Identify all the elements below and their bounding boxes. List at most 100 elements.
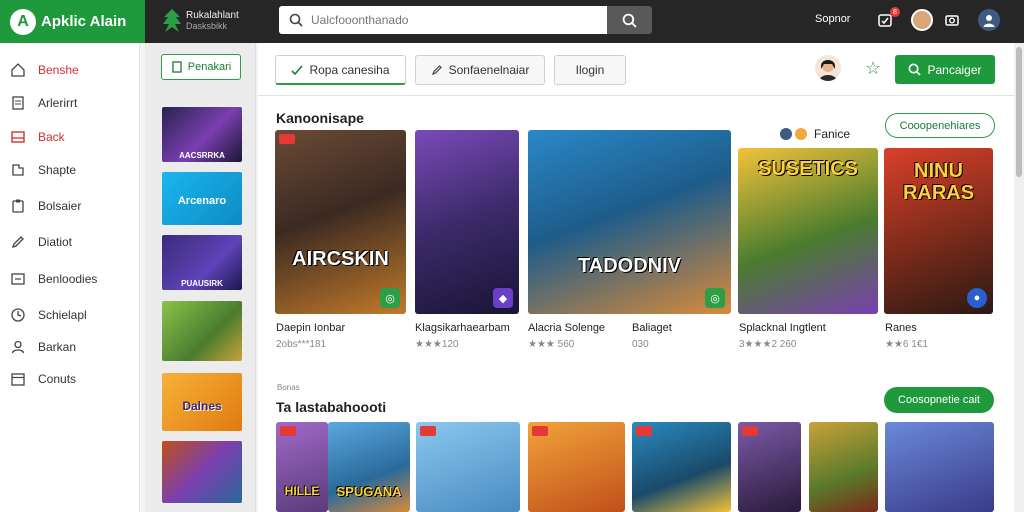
game-card-art-title: HILLE [284, 484, 320, 498]
game-title[interactable]: Alacria Solenge [528, 322, 605, 334]
tab-divider [258, 95, 1014, 96]
game-card[interactable]: ◆ [415, 130, 519, 314]
camera-button[interactable] [942, 10, 962, 30]
favorite-star-icon[interactable]: ☆ [865, 59, 881, 77]
top-link[interactable]: Sopnor [815, 13, 850, 25]
featured-thumb-label: Arcenaro [177, 195, 227, 207]
camera-icon [945, 15, 959, 26]
search-button[interactable] [607, 6, 652, 34]
chart-icon [11, 273, 25, 285]
corner-tag-icon [279, 134, 295, 144]
top-bar: A Apklic Alain Rukalahlant Dasksbikk Sop… [0, 0, 1024, 43]
notifications-button[interactable]: 8 [875, 7, 900, 30]
sidebar-item-label: Schielapl [38, 308, 87, 322]
inbox-icon [11, 131, 25, 143]
profile-button[interactable] [978, 9, 1000, 31]
game-card[interactable]: AIRCSKIN ◎ [275, 130, 406, 314]
section-action-button[interactable]: Coosopnetie cait [884, 387, 994, 413]
featured-thumb[interactable] [162, 441, 242, 503]
sidebar-item-calendar[interactable]: Conuts [10, 369, 135, 389]
person-avatar-icon [819, 60, 837, 81]
game-card[interactable]: SUSETICS [738, 148, 878, 314]
game-rating: ★★6 1€1 [885, 339, 928, 350]
clock-icon [11, 308, 25, 322]
sidebar-item-inbox[interactable]: Back [10, 127, 135, 147]
search-icon [622, 13, 637, 28]
account-avatar[interactable] [815, 55, 841, 81]
game-rating: 2obs***181 [276, 339, 327, 350]
featured-column: Penakari AACSRRKA Arcenaro PUAUSIRK Daln… [145, 43, 256, 512]
user-avatar[interactable] [911, 9, 933, 31]
featured-thumb[interactable] [162, 301, 242, 361]
search-icon [289, 13, 303, 27]
notification-badge: 8 [890, 7, 900, 17]
play-chip-icon: ◎ [380, 288, 400, 308]
game-card[interactable]: SPUGANA [328, 422, 410, 512]
game-card-art-title: SPUGANA [336, 484, 402, 499]
game-title[interactable]: Baliaget [632, 322, 672, 334]
brand-name: Apklic Alain [41, 13, 127, 30]
game-card[interactable] [809, 422, 878, 512]
sidebar-item-charts[interactable]: Benloodies [10, 269, 135, 289]
sidebar-item-label: Arlerirrt [38, 96, 78, 110]
user-icon [11, 340, 25, 354]
featured-thumb[interactable]: AACSRRKA [162, 107, 242, 162]
check-icon [291, 64, 304, 75]
sidebar-item-users[interactable]: Barkan [10, 337, 135, 357]
game-card-art-title: SUSETICS [757, 158, 859, 180]
corner-tag-icon [420, 426, 436, 436]
game-card[interactable]: HILLE [276, 422, 328, 512]
sidebar-item-schedule[interactable]: Schielapl [10, 305, 135, 325]
game-card[interactable]: TADODNIV ◎ [528, 130, 731, 314]
game-card[interactable] [416, 422, 520, 512]
featured-column-button[interactable]: Penakari [161, 54, 241, 80]
scrollbar-thumb[interactable] [1016, 47, 1022, 177]
sidebar-item-home[interactable]: Benshe [10, 60, 135, 80]
game-rating: 030 [632, 339, 649, 350]
tab-secondary[interactable]: Sonfaenelnaiar [415, 55, 545, 85]
sidebar-item-label: Benloodies [38, 272, 98, 286]
sidebar-item-label: Shapte [38, 163, 77, 177]
game-title[interactable]: Daepin Ionbar [276, 322, 345, 334]
brand[interactable]: A Apklic Alain [0, 0, 145, 43]
game-title[interactable]: Splacknal Ingtlent [739, 322, 826, 334]
play-chip-icon: ◆ [493, 288, 513, 308]
search-input[interactable] [311, 13, 591, 27]
sidebar-item-extensions[interactable]: Shapte [10, 160, 135, 180]
tab-primary[interactable]: Ropa canesiha [275, 55, 406, 85]
game-card[interactable] [885, 422, 994, 512]
filter-dot-icon [780, 128, 792, 140]
game-card[interactable] [528, 422, 625, 512]
page-scrollbar[interactable] [1014, 43, 1024, 512]
featured-thumb[interactable]: Arcenaro [162, 172, 242, 225]
game-card[interactable] [738, 422, 801, 512]
game-card-art-title: NINU RARAS [902, 160, 975, 204]
corner-tag-icon [742, 426, 758, 436]
featured-thumb[interactable]: Dalnes [162, 373, 242, 431]
featured-thumb[interactable]: PUAUSIRK [162, 235, 242, 290]
section-action-button[interactable]: Cooopenehiares [885, 113, 995, 138]
search-bar[interactable] [279, 6, 607, 34]
primary-search-button-label: Pancaiger [927, 62, 982, 77]
game-card[interactable]: NINU RARAS ● [884, 148, 993, 314]
bookmark-icon [172, 61, 182, 73]
sidebar-item-label: Back [38, 130, 65, 144]
featured-thumb-label: PUAUSIRK [181, 279, 223, 288]
sidebar-item-documents[interactable]: Arlerirrt [10, 93, 135, 113]
game-title[interactable]: Klagsikarhaearbam [415, 322, 510, 334]
sidebar-item-label: Conuts [38, 372, 77, 386]
game-card[interactable] [632, 422, 731, 512]
tab-login[interactable]: Ilogin [554, 55, 626, 85]
tab-label: Sonfaenelnaiar [448, 63, 530, 77]
section-title: Kanoonisape [276, 110, 364, 126]
tab-label: Ilogin [575, 63, 605, 77]
featured-column-button-label: Penakari [187, 61, 232, 73]
primary-search-button[interactable]: Pancaiger [895, 55, 995, 84]
featured-thumb-label: AACSRRKA [179, 151, 225, 160]
game-title[interactable]: Ranes [885, 322, 917, 334]
sidebar-item-clipboard[interactable]: Bolsaier [10, 196, 135, 216]
store-logo-icon [163, 9, 181, 32]
game-card-art-title: AIRCSKIN [292, 248, 389, 270]
sidebar-item-edit[interactable]: Diatiot [10, 232, 135, 252]
section-title: Ta lastabahoooti [276, 399, 387, 415]
